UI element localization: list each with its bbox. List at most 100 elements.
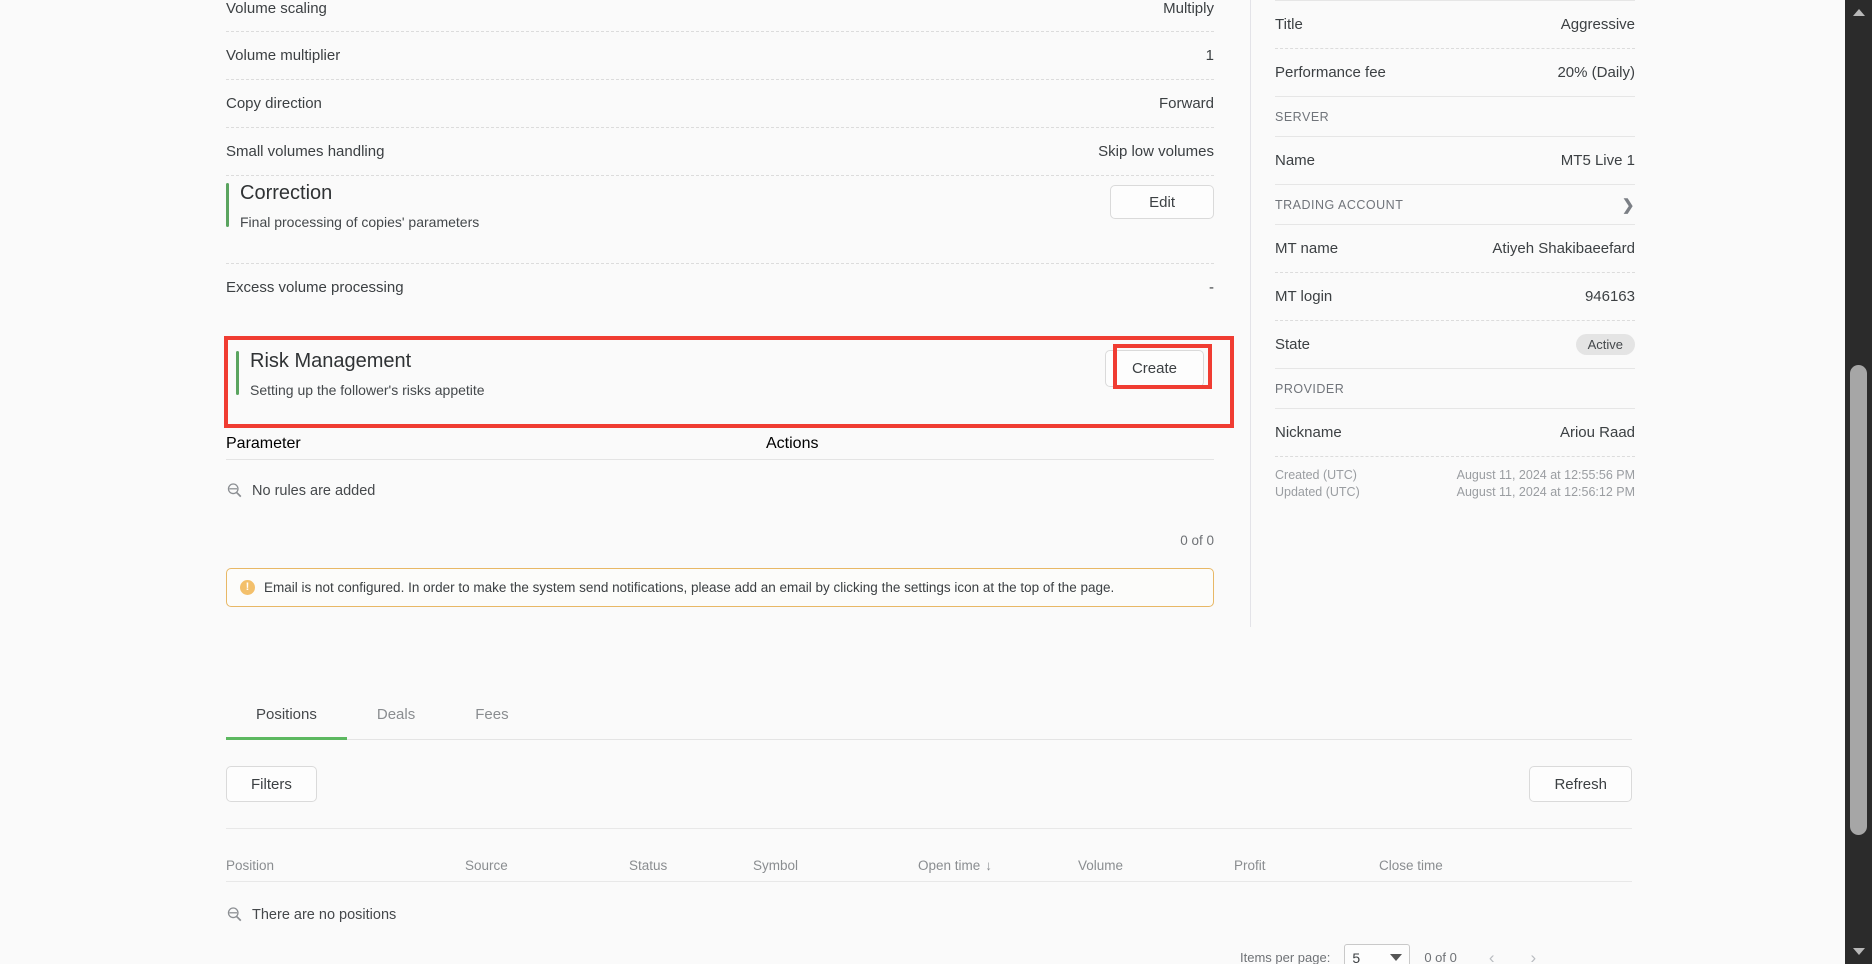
meta-value: August 11, 2024 at 12:56:12 PM [1456,485,1635,499]
sidebar-group-provider: PROVIDER [1275,369,1635,409]
tab-deals[interactable]: Deals [347,692,445,740]
settings-row-label: Volume scaling [226,0,327,17]
sidebar-row-state: State Active [1275,321,1635,369]
main-content-column: Volume scaling Multiply Volume multiplie… [0,0,1250,964]
rules-count: 0 of 0 [1180,533,1214,548]
sidebar-row-title: Title Aggressive [1275,1,1635,49]
positions-col-volume[interactable]: Volume [1078,858,1234,873]
correction-subtitle: Final processing of copies' parameters [240,214,480,230]
risk-management-heading-block: Risk Management Setting up the follower'… [236,348,485,398]
positions-col-source[interactable]: Source [465,858,629,873]
settings-row-volume-scaling: Volume scaling Multiply [226,0,1214,32]
sidebar-row-value: 946163 [1584,288,1635,305]
settings-row-label: Copy direction [226,95,322,112]
sidebar-group-label: PROVIDER [1275,381,1345,396]
positions-table: Position Source Status Symbol Open time ↓… [226,828,1632,923]
items-per-page-select[interactable]: 5 [1344,944,1411,964]
sidebar-row-label: Performance fee [1275,64,1386,81]
details-sidebar-inner: Title Aggressive Performance fee 20% (Da… [1275,0,1635,501]
sidebar-row-mt-login: MT login 946163 [1275,273,1635,321]
tab-positions[interactable]: Positions [226,692,347,740]
positions-col-close-time[interactable]: Close time [1379,858,1559,873]
sidebar-row-value: Ariou Raad [1559,424,1635,441]
settings-row-small-volumes-handling: Small volumes handling Skip low volumes [226,128,1214,176]
sidebar-group-label: SERVER [1275,109,1330,124]
sidebar-row-label: MT name [1275,240,1339,257]
sidebar-row-performance-fee: Performance fee 20% (Daily) [1275,49,1635,97]
previous-page-button[interactable]: ‹ [1489,948,1495,964]
next-page-button[interactable]: › [1531,948,1537,964]
meta-label: Updated (UTC) [1275,485,1360,499]
correction-section: Correction Final processing of copies' p… [226,180,1214,230]
email-not-configured-alert: ! Email is not configured. In order to m… [226,568,1214,607]
items-per-page-value: 5 [1352,949,1361,964]
sidebar-group-label: TRADING ACCOUNT [1275,197,1404,212]
sidebar-row-label: State [1275,336,1311,353]
correction-title: Correction [240,182,333,204]
positions-empty-state: There are no positions [226,882,1632,923]
sidebar-row-nickname: Nickname Ariou Raad [1275,409,1635,457]
settings-row-volume-multiplier: Volume multiplier 1 [226,32,1214,80]
accent-bar [226,183,229,227]
warning-icon: ! [240,580,255,595]
positions-col-open-time-label: Open time [918,858,981,873]
filters-button[interactable]: Filters [226,766,317,802]
tab-list: Positions Deals Fees [226,692,1632,740]
chevron-right-icon[interactable]: ❯ [1622,196,1635,214]
rules-empty-text: No rules are added [252,482,376,499]
sidebar-meta-updated: Updated (UTC) August 11, 2024 at 12:56:1… [1275,484,1635,501]
sidebar-group-server: SERVER [1275,97,1635,137]
rules-col-parameter: Parameter [226,435,301,452]
positions-col-position[interactable]: Position [226,858,465,873]
sidebar-row-label: Nickname [1275,424,1342,441]
vertical-scrollbar[interactable] [1845,0,1872,964]
items-per-page-label: Items per page: [1240,950,1331,964]
positions-empty-text: There are no positions [252,906,397,923]
sidebar-row-value: MT5 Live 1 [1560,152,1635,169]
no-results-icon [227,907,242,922]
sidebar-row-label: Title [1275,16,1303,33]
page-root: Volume scaling Multiply Volume multiplie… [0,0,1872,964]
tab-fees[interactable]: Fees [445,692,538,740]
correction-edit-button[interactable]: Edit [1110,185,1214,219]
details-sidebar: Title Aggressive Performance fee 20% (Da… [1251,0,1845,964]
meta-value: August 11, 2024 at 12:55:56 PM [1456,468,1635,482]
sidebar-row-value: 20% (Daily) [1557,64,1635,81]
sidebar-group-trading-account[interactable]: TRADING ACCOUNT ❯ [1275,185,1635,225]
settings-row-copy-direction: Copy direction Forward [226,80,1214,128]
positions-col-profit[interactable]: Profit [1234,858,1379,873]
rules-empty-state: No rules are added [226,460,1214,499]
positions-col-symbol[interactable]: Symbol [753,858,918,873]
risk-management-title: Risk Management [250,350,412,372]
scroll-down-arrow-icon[interactable] [1853,948,1865,955]
sidebar-meta-created: Created (UTC) August 11, 2024 at 12:55:5… [1275,457,1635,484]
sidebar-row-server-name: Name MT5 Live 1 [1275,137,1635,185]
positions-col-open-time[interactable]: Open time ↓ [918,858,1078,873]
scrollbar-thumb[interactable] [1850,365,1867,835]
rules-table: Parameter Actions No rules are added 0 o… [226,430,1214,548]
positions-col-status[interactable]: Status [629,858,753,873]
alert-text: Email is not configured. In order to mak… [264,580,1115,595]
settings-row-label: Volume multiplier [226,47,341,64]
settings-row-label: Excess volume processing [226,279,404,296]
correction-heading-block: Correction Final processing of copies' p… [226,180,479,230]
page-range-label: 0 of 0 [1424,950,1457,964]
sort-desc-icon: ↓ [985,858,993,873]
settings-row-value: 1 [1205,47,1214,64]
positions-toolbar: Filters Refresh [226,766,1632,802]
status-badge: Active [1575,334,1635,355]
settings-row-value: Forward [1158,95,1214,112]
risk-management-subtitle: Setting up the follower's risks appetite [250,382,485,398]
paginator: Items per page: 5 0 of 0 ‹ › [1240,944,1640,964]
risk-management-section: Risk Management Setting up the follower'… [236,348,1204,398]
accent-bar [236,351,239,395]
scroll-up-arrow-icon[interactable] [1853,9,1865,16]
settings-row-value: - [1209,279,1214,296]
rules-table-header: Parameter Actions [226,430,1214,460]
refresh-button[interactable]: Refresh [1529,766,1632,802]
bottom-tabs-bar: Positions Deals Fees [226,692,1632,740]
sidebar-row-value: Atiyeh Shakibaeefard [1492,240,1635,257]
risk-management-create-button[interactable]: Create [1104,350,1204,387]
sidebar-row-label: Name [1275,152,1316,169]
rules-col-actions: Actions [766,435,819,452]
